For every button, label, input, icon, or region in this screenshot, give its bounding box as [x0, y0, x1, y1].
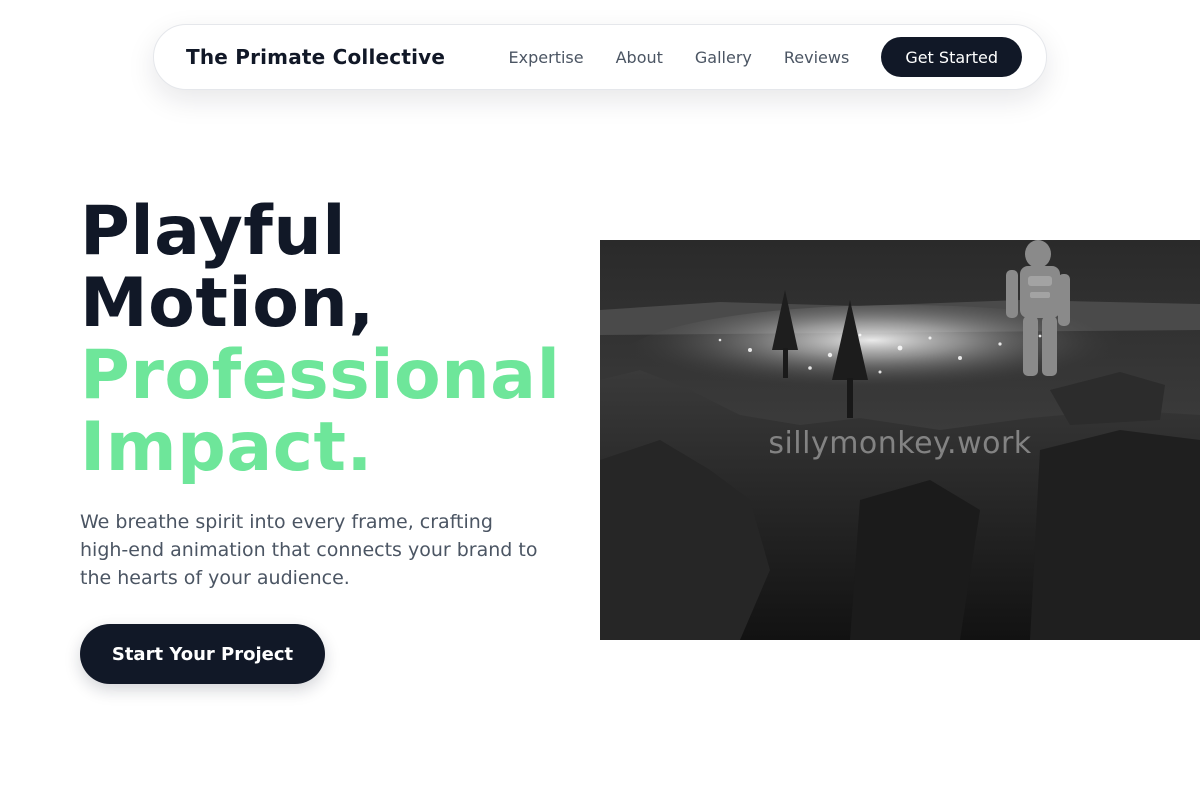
hero-description: We breathe spirit into every frame, craf…	[80, 511, 538, 589]
hero-image: sillymonkey.work	[600, 240, 1200, 640]
nav-links: Expertise About Gallery Reviews Get Star…	[509, 37, 1022, 77]
get-started-button[interactable]: Get Started	[881, 37, 1022, 77]
brand-logo-text[interactable]: The Primate Collective	[186, 45, 445, 69]
nav-link-gallery[interactable]: Gallery	[695, 48, 752, 67]
hero-title-line-3: Professional	[80, 336, 561, 415]
image-watermark: sillymonkey.work	[768, 426, 1032, 461]
hero-title-line-1: Playful	[80, 192, 347, 271]
hero-title-line-4: Impact.	[80, 408, 373, 487]
start-project-button[interactable]: Start Your Project	[80, 624, 325, 684]
nav-link-about[interactable]: About	[616, 48, 663, 67]
navbar: The Primate Collective Expertise About G…	[153, 24, 1047, 90]
nav-link-reviews[interactable]: Reviews	[784, 48, 849, 67]
nav-link-expertise[interactable]: Expertise	[509, 48, 584, 67]
hero-title: Playful Motion, Professional Impact.	[80, 196, 640, 484]
hero-title-line-2: Motion,	[80, 264, 375, 343]
